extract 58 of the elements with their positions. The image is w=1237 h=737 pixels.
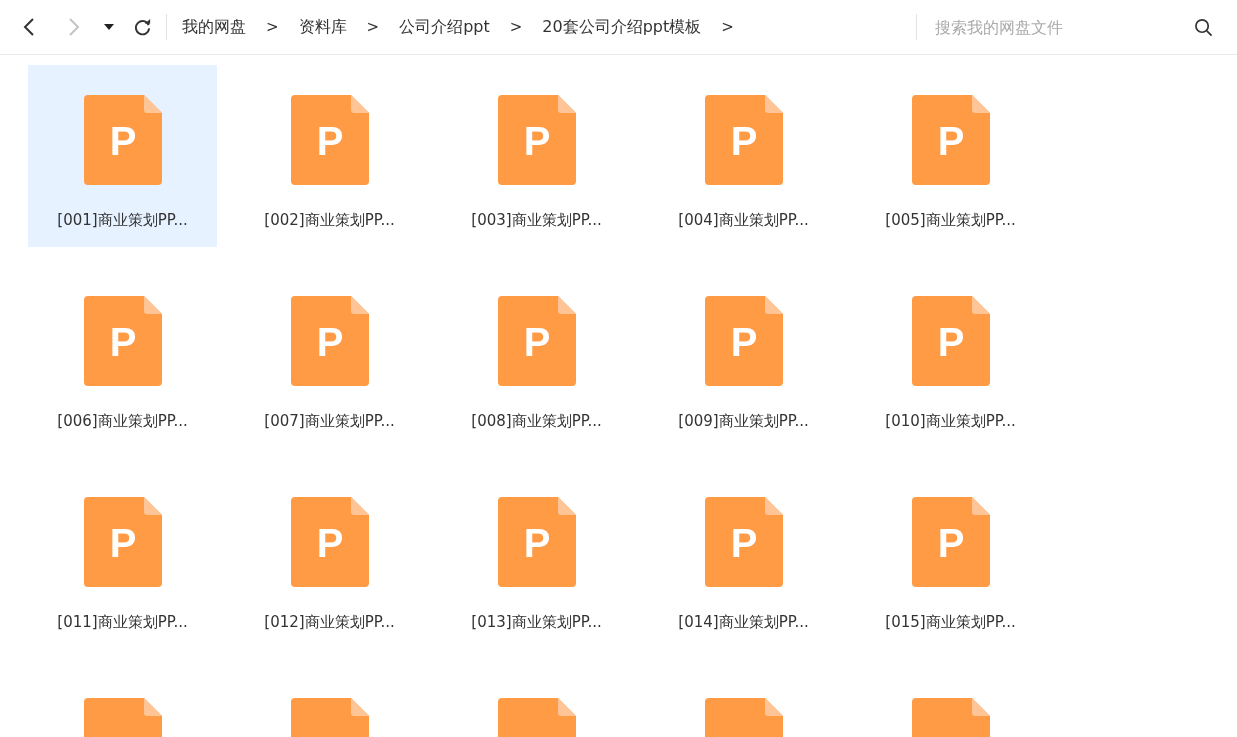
file-item[interactable]: P [011]商业策划PP...: [28, 467, 217, 649]
file-name: [010]商业策划PP...: [885, 412, 1016, 431]
presentation-file-icon: P: [290, 497, 369, 587]
breadcrumb-separator: >: [366, 18, 380, 36]
file-name: [013]商业策划PP...: [471, 613, 602, 632]
file-name: [014]商业策划PP...: [678, 613, 809, 632]
file-name: [006]商业策划PP...: [57, 412, 188, 431]
presentation-file-icon: P: [911, 296, 990, 386]
caret-icon[interactable]: [104, 24, 114, 30]
file-item[interactable]: P [015]商业策划PP...: [856, 467, 1045, 649]
forward-icon[interactable]: [68, 17, 80, 37]
presentation-file-icon: P: [497, 497, 576, 587]
file-item[interactable]: P [009]商业策划PP...: [649, 266, 838, 448]
file-name: [011]商业策划PP...: [57, 613, 188, 632]
file-item[interactable]: P [001]商业策划PP...: [28, 65, 217, 247]
breadcrumb-link[interactable]: 公司介绍ppt: [399, 16, 490, 38]
file-name: [009]商业策划PP...: [678, 412, 809, 431]
presentation-file-icon: P: [290, 95, 369, 185]
refresh-icon[interactable]: [133, 17, 152, 37]
file-name: [001]商业策划PP...: [57, 211, 188, 230]
file-item[interactable]: P [003]商业策划PP...: [442, 65, 631, 247]
file-item[interactable]: P [006]商业策划PP...: [28, 266, 217, 448]
presentation-file-icon: P: [911, 95, 990, 185]
file-item[interactable]: P [007]商业策划PP...: [235, 266, 424, 448]
file-item[interactable]: P [012]商业策划PP...: [235, 467, 424, 649]
file-name: [004]商业策划PP...: [678, 211, 809, 230]
presentation-file-icon: P: [497, 95, 576, 185]
presentation-file-icon: P: [83, 95, 162, 185]
presentation-file-icon: P: [704, 95, 783, 185]
file-item[interactable]: P [013]商业策划PP...: [442, 467, 631, 649]
file-name: [008]商业策划PP...: [471, 412, 602, 431]
file-item[interactable]: P [002]商业策划PP...: [235, 65, 424, 247]
breadcrumb-separator: >: [721, 18, 734, 36]
breadcrumb-separator: >: [266, 18, 279, 36]
file-name: [007]商业策划PP...: [264, 412, 395, 431]
file-item[interactable]: P [008]商业策划PP...: [442, 266, 631, 448]
file-name: [003]商业策划PP...: [471, 211, 602, 230]
presentation-file-icon: P: [704, 497, 783, 587]
file-name: [002]商业策划PP...: [264, 211, 395, 230]
presentation-file-icon: P: [704, 296, 783, 386]
file-name: [012]商业策划PP...: [264, 613, 395, 632]
breadcrumb-separator: >: [509, 18, 523, 36]
file-item[interactable]: P [010]商业策划PP...: [856, 266, 1045, 448]
presentation-file-icon: P: [290, 296, 369, 386]
file-name: [015]商业策划PP...: [885, 613, 1016, 632]
breadcrumb-link[interactable]: 我的网盘: [182, 16, 246, 38]
file-name: [005]商业策划PP...: [885, 211, 1016, 230]
presentation-file-icon: P: [911, 497, 990, 587]
file-item[interactable]: P [004]商业策划PP...: [649, 65, 838, 247]
search-icon[interactable]: [1194, 17, 1213, 37]
presentation-file-icon: P: [83, 296, 162, 386]
breadcrumb-link[interactable]: 资料库: [298, 16, 347, 38]
breadcrumb-link[interactable]: 20套公司介绍ppt模板: [542, 16, 702, 38]
back-icon[interactable]: [23, 17, 35, 37]
file-item[interactable]: P [014]商业策划PP...: [649, 467, 838, 649]
presentation-file-icon: P: [83, 497, 162, 587]
file-item[interactable]: P [005]商业策划PP...: [856, 65, 1045, 247]
presentation-file-icon: P: [497, 296, 576, 386]
